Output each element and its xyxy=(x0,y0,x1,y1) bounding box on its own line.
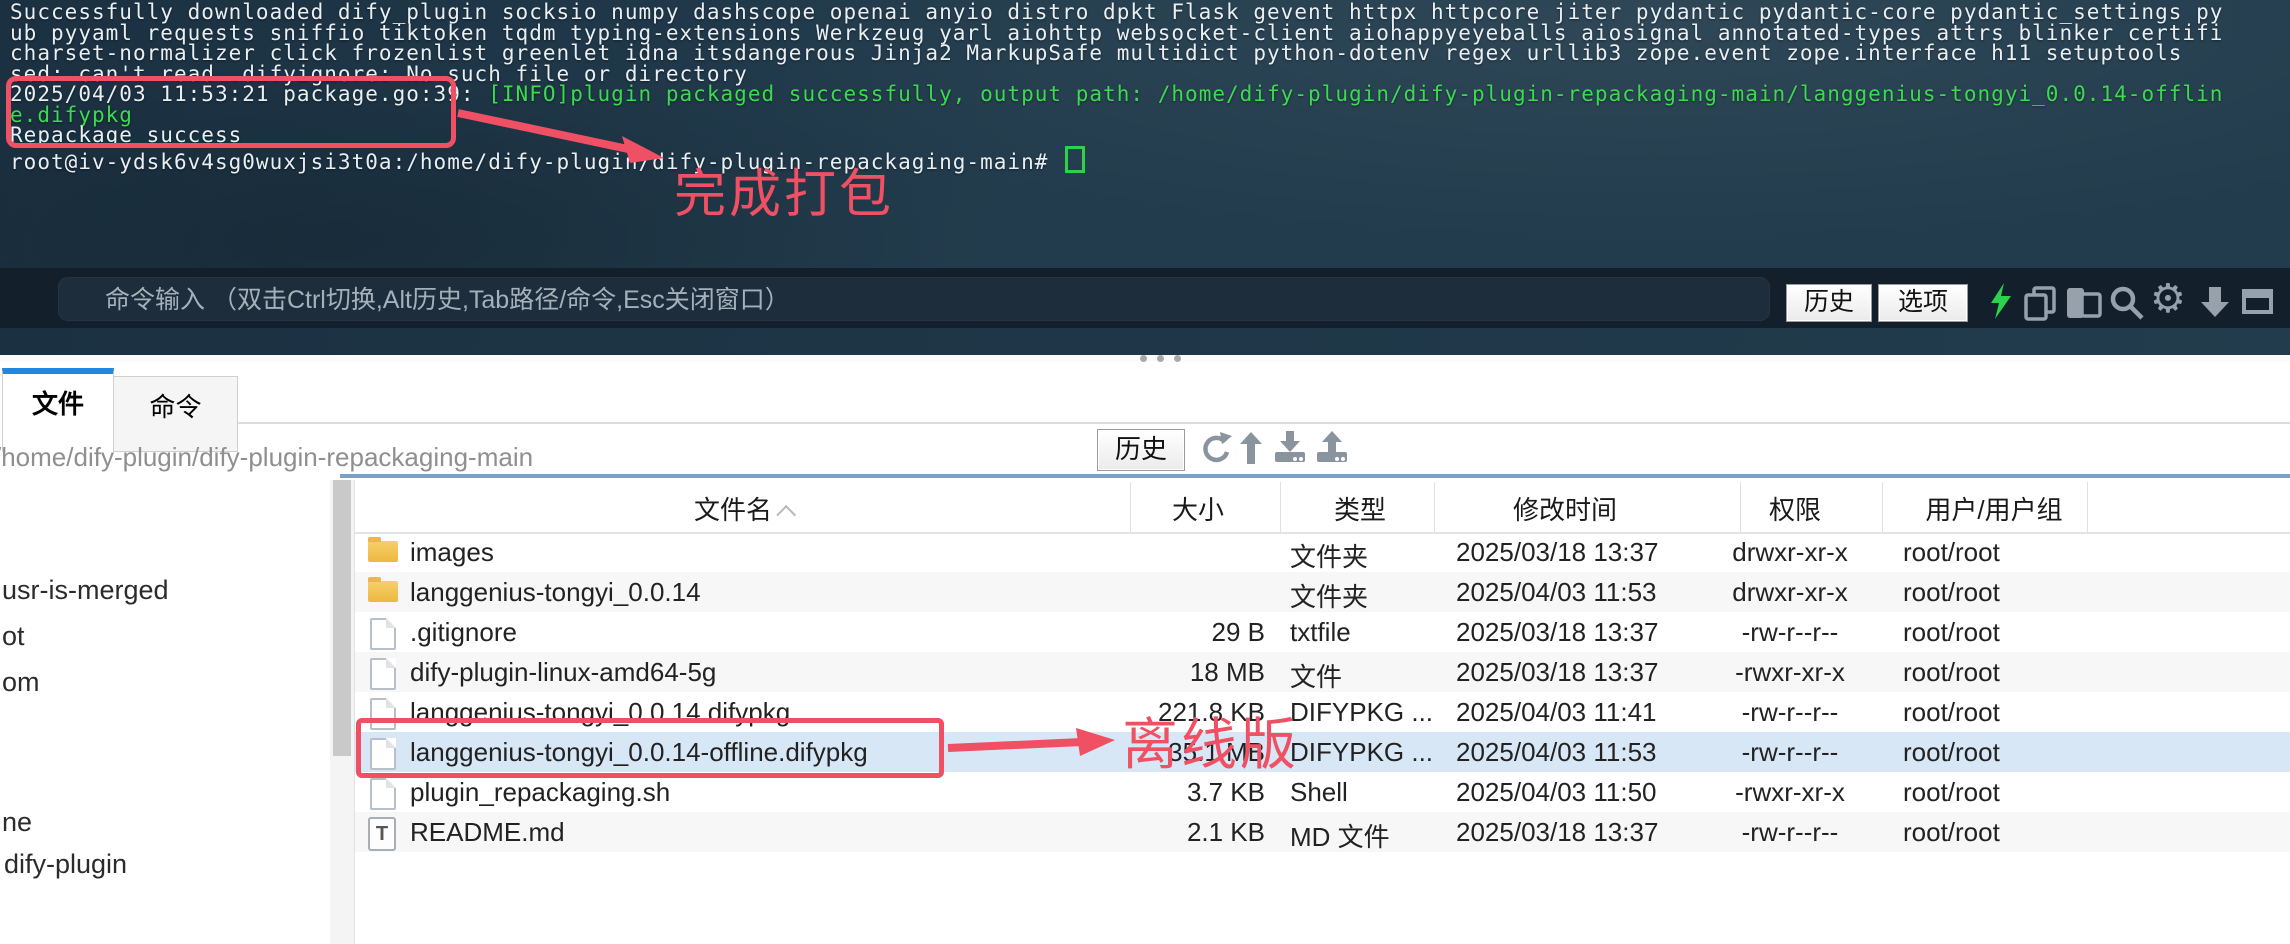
file-icon xyxy=(370,618,396,650)
text-file-icon: T xyxy=(368,817,396,851)
sort-asc-icon xyxy=(776,505,796,525)
column-header-name[interactable]: 文件名 xyxy=(694,490,796,527)
lightning-icon[interactable] xyxy=(1984,282,2020,320)
folder-icon xyxy=(368,541,398,562)
tabstrip-divider xyxy=(238,422,2290,424)
file-manager-panel: 文件 命令 /home/dify-plugin/dify-plugin-repa… xyxy=(0,362,2290,944)
column-divider xyxy=(1130,482,1131,532)
column-divider xyxy=(1882,482,1883,532)
copy-icon[interactable] xyxy=(2022,285,2062,321)
annotation-text-packaged: 完成打包 xyxy=(674,152,894,227)
annotation-text-offline: 离线版 xyxy=(1122,700,1299,781)
settings-gear-icon[interactable]: ⚙ xyxy=(2150,276,2186,322)
paste-icon[interactable] xyxy=(2064,284,2106,322)
tree-item[interactable]: dify-plugin xyxy=(4,849,127,880)
upload-file-icon[interactable] xyxy=(1314,430,1350,466)
tab-commands[interactable]: 命令 xyxy=(113,376,238,452)
window-icon[interactable] xyxy=(2240,286,2276,318)
column-divider xyxy=(1740,482,1741,532)
download-file-icon[interactable] xyxy=(1272,430,1308,466)
tab-files[interactable]: 文件 xyxy=(2,368,114,452)
path-input[interactable]: /home/dify-plugin/dify-plugin-repackagin… xyxy=(0,442,533,473)
table-row[interactable]: .gitignore 29 B txtfile 2025/03/18 13:37… xyxy=(355,612,2290,652)
column-divider xyxy=(1434,482,1435,532)
tree-item[interactable]: ot xyxy=(2,621,25,652)
command-input[interactable]: 命令输入 （双击Ctrl切换,Alt历史,Tab路径/命令,Esc关闭窗口） xyxy=(58,277,1770,321)
column-header-perm[interactable]: 权限 xyxy=(1769,490,1821,527)
terminal-lower-strip xyxy=(0,328,2290,355)
refresh-icon[interactable] xyxy=(1198,432,1232,466)
column-header-size[interactable]: 大小 xyxy=(1172,490,1224,527)
table-row[interactable]: langgenius-tongyi_0.0.14 文件夹 2025/04/03 … xyxy=(355,572,2290,612)
column-divider xyxy=(2087,482,2088,532)
splitter-handle-icon[interactable] xyxy=(1140,355,1181,362)
parent-folder-icon[interactable] xyxy=(1238,430,1264,466)
path-history-button[interactable]: 历史 xyxy=(1097,429,1185,471)
download-arrow-icon[interactable] xyxy=(2198,284,2232,320)
column-divider xyxy=(1280,482,1281,532)
file-table-header: 文件名 大小 类型 修改时间 权限 用户/用户组 xyxy=(355,480,2290,534)
column-header-type[interactable]: 类型 xyxy=(1334,490,1386,527)
table-row[interactable]: T README.md 2.1 KB MD 文件 2025/03/18 13:3… xyxy=(355,812,2290,852)
column-header-owner[interactable]: 用户/用户组 xyxy=(1925,490,2062,527)
terminal-options-button[interactable]: 选项 xyxy=(1878,284,1968,322)
column-header-mtime[interactable]: 修改时间 xyxy=(1513,490,1617,527)
folder-icon xyxy=(368,581,398,602)
search-icon[interactable] xyxy=(2108,284,2146,322)
ssh-client-window: Successfully downloaded dify_plugin sock… xyxy=(0,0,2290,944)
tree-item[interactable]: usr-is-merged xyxy=(2,575,169,606)
pathbar-divider xyxy=(340,474,2290,478)
annotation-arrow-packaged xyxy=(0,0,2290,268)
tree-item[interactable]: ne xyxy=(2,807,32,838)
table-row[interactable]: images 文件夹 2025/03/18 13:37 drwxr-xr-x r… xyxy=(355,532,2290,572)
terminal-history-button[interactable]: 历史 xyxy=(1786,284,1872,322)
